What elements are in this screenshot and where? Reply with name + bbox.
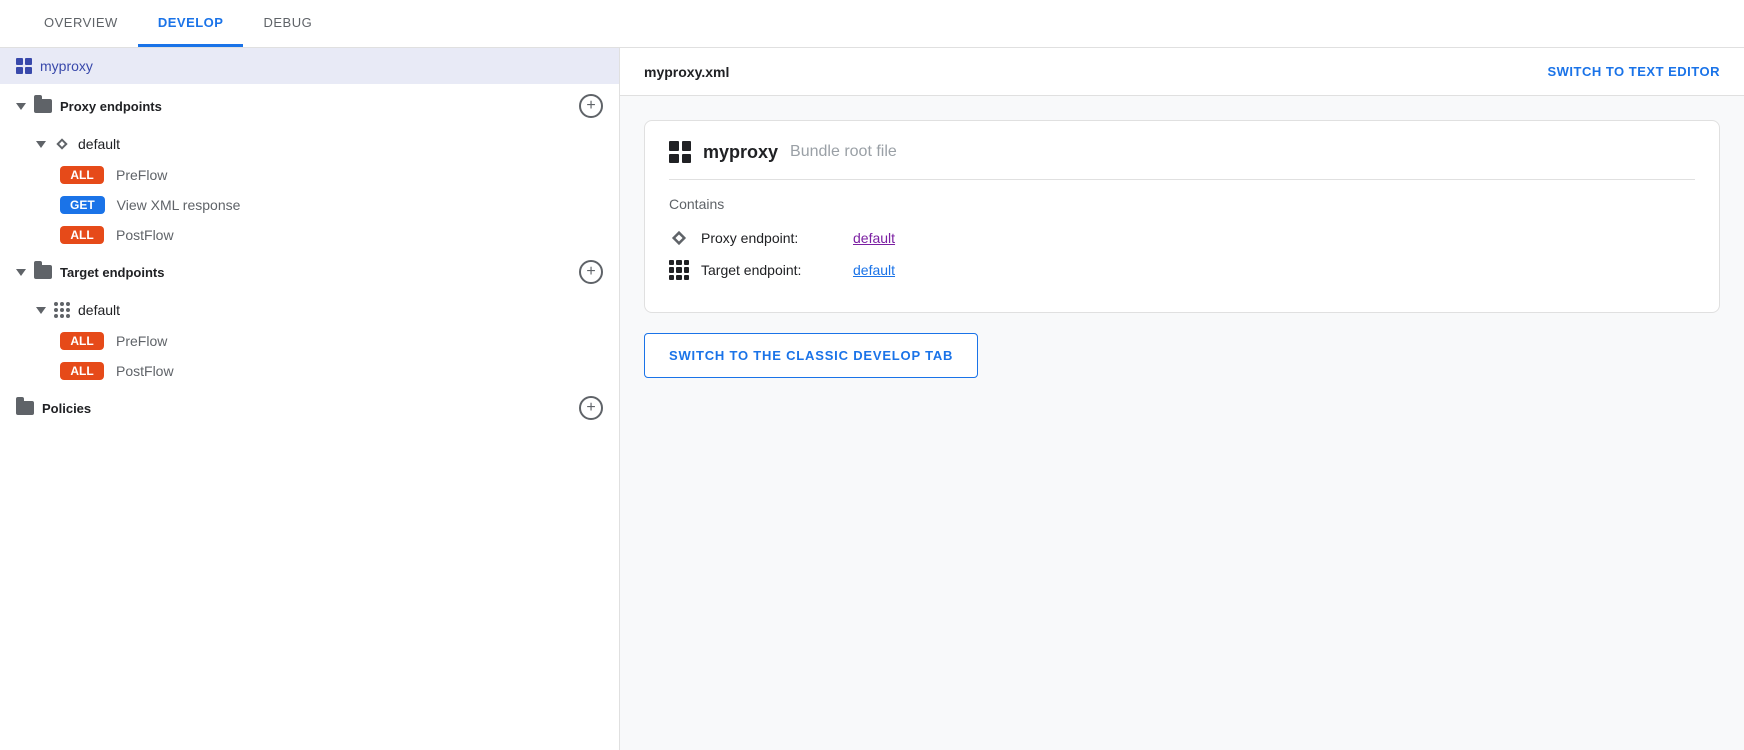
card-proxy-icon	[669, 141, 691, 163]
proxy-get-label: View XML response	[117, 197, 241, 213]
policies-label: Policies	[42, 401, 91, 416]
proxy-name-label: myproxy	[40, 58, 93, 74]
add-policy-button[interactable]: +	[579, 396, 603, 420]
proxy-postflow-label: PostFlow	[116, 227, 174, 243]
target-postflow-item[interactable]: ALL PostFlow	[0, 356, 619, 386]
tab-develop[interactable]: DEVELOP	[138, 1, 244, 47]
proxy-default-label: default	[78, 136, 120, 152]
target-endpoints-folder-icon	[34, 265, 52, 279]
proxy-get-flow-item[interactable]: GET View XML response	[0, 190, 619, 220]
sidebar: myproxy Proxy endpoints + default ALL Pr…	[0, 48, 620, 750]
target-preflow-item[interactable]: ALL PreFlow	[0, 326, 619, 356]
target-endpoints-label: Target endpoints	[60, 265, 164, 280]
card-proxy-name: myproxy	[703, 142, 778, 163]
policies-folder-icon	[16, 401, 34, 415]
content-area: myproxy Bundle root file Contains Proxy …	[620, 96, 1744, 750]
proxy-get-badge: GET	[60, 196, 105, 214]
target-postflow-badge: ALL	[60, 362, 104, 380]
target-endpoint-icon	[54, 302, 70, 318]
target-endpoints-section[interactable]: Target endpoints +	[0, 250, 619, 294]
proxy-endpoint-row: Proxy endpoint: default	[669, 228, 1695, 248]
target-endpoint-default-link[interactable]: default	[853, 262, 895, 278]
target-default-arrow	[36, 307, 46, 314]
proxy-preflow-badge: ALL	[60, 166, 104, 184]
switch-to-text-editor-button[interactable]: SWITCH TO TEXT EDITOR	[1547, 64, 1720, 79]
card-title-row: myproxy Bundle root file	[669, 141, 1695, 180]
target-endpoint-label-text: Target endpoint:	[701, 262, 841, 278]
target-default-label: default	[78, 302, 120, 318]
target-endpoint-row: Target endpoint: default	[669, 260, 1695, 280]
target-endpoint-default[interactable]: default	[0, 294, 619, 326]
right-panel: myproxy.xml SWITCH TO TEXT EDITOR myprox…	[620, 48, 1744, 750]
proxy-endpoints-label: Proxy endpoints	[60, 99, 162, 114]
proxy-endpoint-icon	[54, 136, 70, 152]
right-header: myproxy.xml SWITCH TO TEXT EDITOR	[620, 48, 1744, 96]
proxy-endpoint-default[interactable]: default	[0, 128, 619, 160]
target-endpoints-arrow	[16, 269, 26, 276]
proxy-preflow-label: PreFlow	[116, 167, 167, 183]
card-target-endpoint-icon	[669, 260, 689, 280]
proxy-endpoints-folder-icon	[34, 99, 52, 113]
target-preflow-label: PreFlow	[116, 333, 167, 349]
file-name: myproxy.xml	[644, 64, 729, 80]
proxy-endpoints-section[interactable]: Proxy endpoints +	[0, 84, 619, 128]
tab-debug[interactable]: DEBUG	[243, 1, 332, 47]
target-postflow-label: PostFlow	[116, 363, 174, 379]
proxy-default-arrow	[36, 141, 46, 148]
proxy-endpoints-arrow	[16, 103, 26, 110]
proxy-postflow-badge: ALL	[60, 226, 104, 244]
main-layout: myproxy Proxy endpoints + default ALL Pr…	[0, 48, 1744, 750]
target-preflow-badge: ALL	[60, 332, 104, 350]
switch-classic-develop-tab-button[interactable]: SWITCH TO THE CLASSIC DEVELOP TAB	[644, 333, 978, 378]
proxy-icon	[16, 58, 32, 74]
card-proxy-endpoint-icon	[669, 228, 689, 248]
add-target-endpoint-button[interactable]: +	[579, 260, 603, 284]
add-proxy-endpoint-button[interactable]: +	[579, 94, 603, 118]
top-nav: OVERVIEW DEVELOP DEBUG	[0, 0, 1744, 48]
proxy-postflow-item[interactable]: ALL PostFlow	[0, 220, 619, 250]
proxy-endpoint-label-text: Proxy endpoint:	[701, 230, 841, 246]
sidebar-item-myproxy[interactable]: myproxy	[0, 48, 619, 84]
tab-overview[interactable]: OVERVIEW	[24, 1, 138, 47]
card-subtitle: Bundle root file	[790, 143, 897, 161]
proxy-info-card: myproxy Bundle root file Contains Proxy …	[644, 120, 1720, 313]
proxy-endpoint-default-link[interactable]: default	[853, 230, 895, 246]
policies-section[interactable]: Policies +	[0, 386, 619, 430]
proxy-preflow-item[interactable]: ALL PreFlow	[0, 160, 619, 190]
contains-label: Contains	[669, 196, 1695, 212]
